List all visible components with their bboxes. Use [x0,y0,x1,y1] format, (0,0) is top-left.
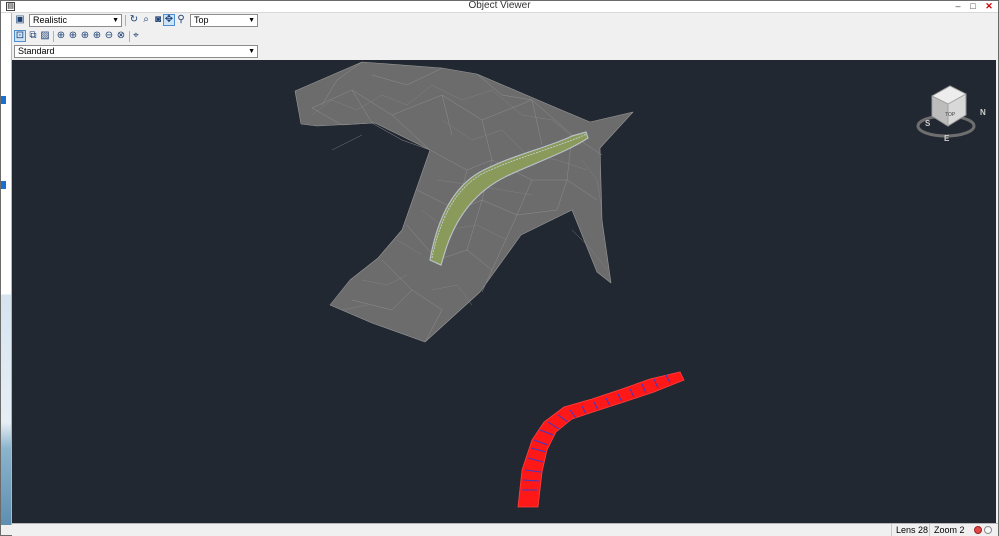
orbit-icon[interactable]: ↻ [128,14,140,26]
close-button[interactable]: ✕ [983,1,995,12]
title-bar: ▤ Object Viewer – □ ✕ [1,0,998,13]
toolbar-row-2: ⊡ ⧉ ▨ ⊕ ⊕ ⊕ ⊕ ⊖ ⊗ ⌖ [12,29,998,44]
zoom-extents-icon[interactable]: ⊕ [55,30,67,42]
compass-east-label: E [944,134,950,143]
lens-status: Lens 28 [891,524,929,536]
toolbar-area: ▣ Realistic ▼ ↻ ⌕ ◙ ✥ ⚲ Top ▼ ⊡ ⧉ ▨ ⊕ ⊕ … [12,13,998,60]
minimize-button[interactable]: – [952,1,964,12]
separator [125,15,126,26]
compass-north-label: N [980,108,986,117]
zoom-previous-icon[interactable]: ⊗ [115,30,127,42]
viewcube-face-label: TOP [945,112,956,118]
zoom-status: Zoom 2 [929,524,971,536]
alignment-profile[interactable] [517,371,685,508]
save-icon[interactable]: ▣ [14,14,26,26]
view-select[interactable]: Top ▼ [190,14,258,27]
walk-icon[interactable]: ⚲ [175,14,187,26]
background-window-strip [1,13,12,525]
view-style-value: Standard [18,46,55,56]
visual-style-value: Realistic [33,15,68,25]
crosshair-icon[interactable]: ⌖ [130,30,142,42]
status-bar: Lens 28 Zoom 2 [12,523,998,536]
chevron-down-icon: ▼ [248,17,255,24]
perspective-view-icon[interactable]: ⧉ [27,30,39,42]
zoom-center-icon[interactable]: ⊕ [91,30,103,42]
zoom-out-icon[interactable]: ⊖ [103,30,115,42]
render-icon[interactable]: ▨ [39,30,51,42]
toolbar-row-1: ▣ Realistic ▼ ↻ ⌕ ◙ ✥ ⚲ Top ▼ [12,13,998,28]
pan-icon[interactable]: ✥ [163,14,175,26]
toolbar-row-3: Standard ▼ [12,44,998,59]
background-marker [1,96,6,104]
stop-indicator-icon[interactable] [974,526,982,534]
zoom-in-icon[interactable]: ⊕ [67,30,79,42]
viewcube-navigation[interactable]: TOP N S E [916,85,986,143]
visual-style-select[interactable]: Realistic ▼ [29,14,122,27]
window-title: Object Viewer [468,0,531,11]
play-indicator-icon[interactable] [984,526,992,534]
object-viewer-window: ▤ Object Viewer – □ ✕ ▣ Realistic ▼ ↻ ⌕ … [0,0,999,536]
chevron-down-icon: ▼ [248,48,255,55]
zoom-window-icon[interactable]: ⌕ [140,14,152,26]
separator [53,31,54,42]
view-value: Top [194,15,209,25]
maximize-button[interactable]: □ [967,1,979,12]
chevron-down-icon: ▼ [112,17,119,24]
zoom-object-icon[interactable]: ⊕ [79,30,91,42]
3d-viewport[interactable]: TOP N S E [12,60,996,523]
background-marker [1,181,6,189]
view-style-select[interactable]: Standard ▼ [14,45,258,58]
parallel-view-icon[interactable]: ⊡ [14,30,26,42]
compass-south-label: S [925,119,931,128]
